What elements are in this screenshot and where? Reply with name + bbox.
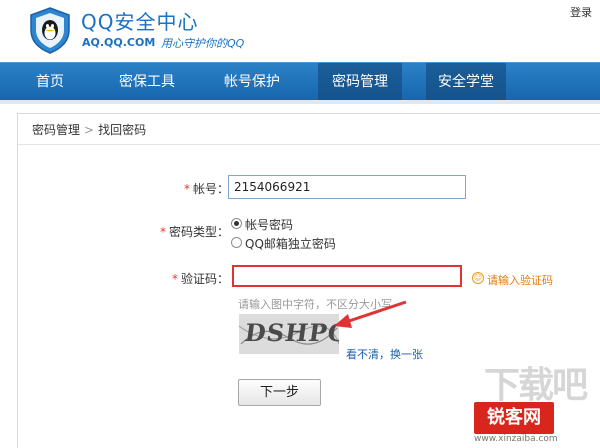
warning-face-icon: ☺: [472, 272, 484, 284]
captcha-image-text: DSHPG: [242, 318, 339, 347]
nav-security-tools[interactable]: 密保工具: [108, 63, 186, 101]
watermark-badge: 锐客网: [474, 402, 554, 434]
captcha-hint: 请输入验证码: [487, 274, 553, 287]
required-mark: *: [184, 182, 190, 196]
captcha-input[interactable]: [232, 265, 462, 287]
breadcrumb-current: 找回密码: [98, 123, 147, 137]
red-arrow-icon: [334, 300, 407, 328]
brand-title: QQ安全中心: [81, 10, 199, 34]
password-type-label-text: 密码类型：: [169, 225, 230, 239]
captcha-label: * 验证码：: [172, 270, 229, 287]
brand-domain: AQ.QQ.COM: [82, 36, 156, 49]
next-step-button[interactable]: 下一步: [238, 379, 321, 406]
main-nav: 首页 密保工具 帐号保护 密码管理 安全学堂: [0, 62, 600, 101]
account-label: * 帐号：: [184, 180, 229, 197]
brand-slogan: 用心守护你的QQ: [161, 37, 245, 50]
captcha-image[interactable]: DSHPG: [239, 314, 339, 354]
required-mark: *: [172, 272, 178, 286]
breadcrumb: 密码管理 > 找回密码: [32, 121, 146, 138]
site-header: QQ安全中心 AQ.QQ.COM 用心守护你的QQ 登录: [0, 0, 600, 62]
account-label-text: 帐号：: [193, 182, 230, 196]
required-mark: *: [160, 225, 166, 239]
nav-security-school[interactable]: 安全学堂: [426, 63, 506, 101]
watermark-top: 下载吧: [484, 365, 588, 406]
radio-qqmail-password-label[interactable]: QQ邮箱独立密码: [245, 235, 336, 252]
refresh-captcha-link[interactable]: 看不清，换一张: [346, 346, 423, 362]
radio-account-password-label[interactable]: 帐号密码: [245, 216, 293, 233]
password-type-label: * 密码类型：: [160, 223, 229, 240]
breadcrumb-divider: [18, 144, 600, 145]
nav-password-management[interactable]: 密码管理: [318, 63, 402, 101]
nav-underline: [0, 100, 600, 104]
breadcrumb-separator: >: [84, 123, 95, 137]
login-link[interactable]: 登录: [570, 4, 592, 20]
account-input[interactable]: 2154066921: [228, 175, 466, 199]
breadcrumb-parent[interactable]: 密码管理: [32, 123, 80, 137]
captcha-label-text: 验证码：: [181, 272, 230, 286]
watermark-url: www.xinzaiba.com: [474, 434, 558, 444]
radio-account-password[interactable]: [231, 218, 242, 229]
qq-shield-logo-icon: [30, 7, 70, 54]
radio-qqmail-password[interactable]: [231, 237, 242, 248]
nav-home[interactable]: 首页: [18, 63, 82, 101]
nav-account-protection[interactable]: 帐号保护: [212, 63, 292, 101]
